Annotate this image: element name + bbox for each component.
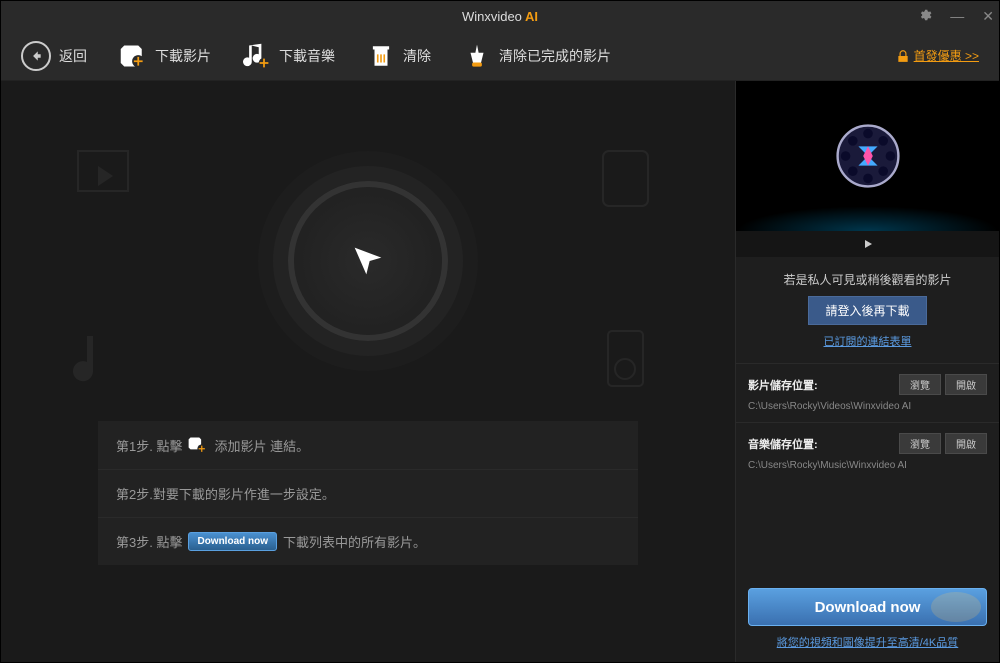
toolbar: 返回 下載影片 下載音樂 清除 清除已完成的影片 首發優惠 >>: [1, 31, 999, 81]
music-browse-button[interactable]: 瀏覽: [899, 433, 941, 454]
step-1: 第1步. 點擊 添加影片 連結。: [98, 421, 638, 469]
music-path-value: C:\Users\Rocky\Music\Winxvideo AI: [748, 460, 987, 471]
step-3: 第3步. 點擊 Download now 下載列表中的所有影片。: [98, 517, 638, 565]
video-browse-button[interactable]: 瀏覽: [899, 374, 941, 395]
clear-button[interactable]: 清除: [367, 42, 431, 70]
titlebar: Winxvideo AI — ✕: [1, 1, 999, 31]
play-button[interactable]: [736, 231, 999, 257]
promo-link[interactable]: 首發優惠 >>: [896, 47, 979, 64]
download-now-badge: Download now: [188, 532, 277, 551]
preview-pane: [736, 81, 999, 231]
clear-completed-button[interactable]: 清除已完成的影片: [463, 42, 611, 70]
video-path-value: C:\Users\Rocky\Videos\Winxvideo AI: [748, 401, 987, 412]
music-path-label: 音樂儲存位置:: [748, 436, 818, 452]
download-music-button[interactable]: 下載音樂: [243, 42, 335, 70]
download-video-button[interactable]: 下載影片: [119, 42, 211, 70]
video-open-button[interactable]: 開啟: [945, 374, 987, 395]
login-button[interactable]: 請登入後再下載: [808, 296, 926, 325]
app-title: Winxvideo AI: [462, 9, 538, 24]
step-2: 第2步.對要下載的影片作進一步設定。: [98, 469, 638, 517]
settings-icon[interactable]: [918, 8, 932, 25]
video-path-label: 影片儲存位置:: [748, 377, 818, 393]
back-button[interactable]: 返回: [21, 41, 87, 71]
close-icon[interactable]: ✕: [982, 8, 994, 25]
sidebar: 若是私人可見或稍後觀看的影片 請登入後再下載 已訂閱的連結表單 影片儲存位置: …: [735, 81, 999, 662]
music-open-button[interactable]: 開啟: [945, 433, 987, 454]
download-now-button[interactable]: Download now: [748, 588, 987, 626]
subscribed-list-link[interactable]: 已訂閱的連結表單: [746, 333, 989, 349]
arrow-cursor-icon: [288, 181, 448, 341]
steps-panel: 第1步. 點擊 添加影片 連結。 第2步.對要下載的影片作進一步設定。 第3步.…: [98, 421, 638, 565]
drop-zone[interactable]: [98, 121, 638, 401]
minimize-icon[interactable]: —: [950, 8, 964, 24]
upgrade-link[interactable]: 將您的視頻和圖像提升至高清/4K品質: [748, 634, 987, 650]
login-message: 若是私人可見或稍後觀看的影片: [746, 271, 989, 288]
music-path-section: 音樂儲存位置: 瀏覽 開啟 C:\Users\Rocky\Music\Winxv…: [736, 422, 999, 481]
app-logo-icon: [828, 116, 908, 196]
video-path-section: 影片儲存位置: 瀏覽 開啟 C:\Users\Rocky\Videos\Winx…: [736, 363, 999, 422]
add-video-icon: [188, 435, 208, 455]
main-area: 第1步. 點擊 添加影片 連結。 第2步.對要下載的影片作進一步設定。 第3步.…: [1, 81, 735, 662]
